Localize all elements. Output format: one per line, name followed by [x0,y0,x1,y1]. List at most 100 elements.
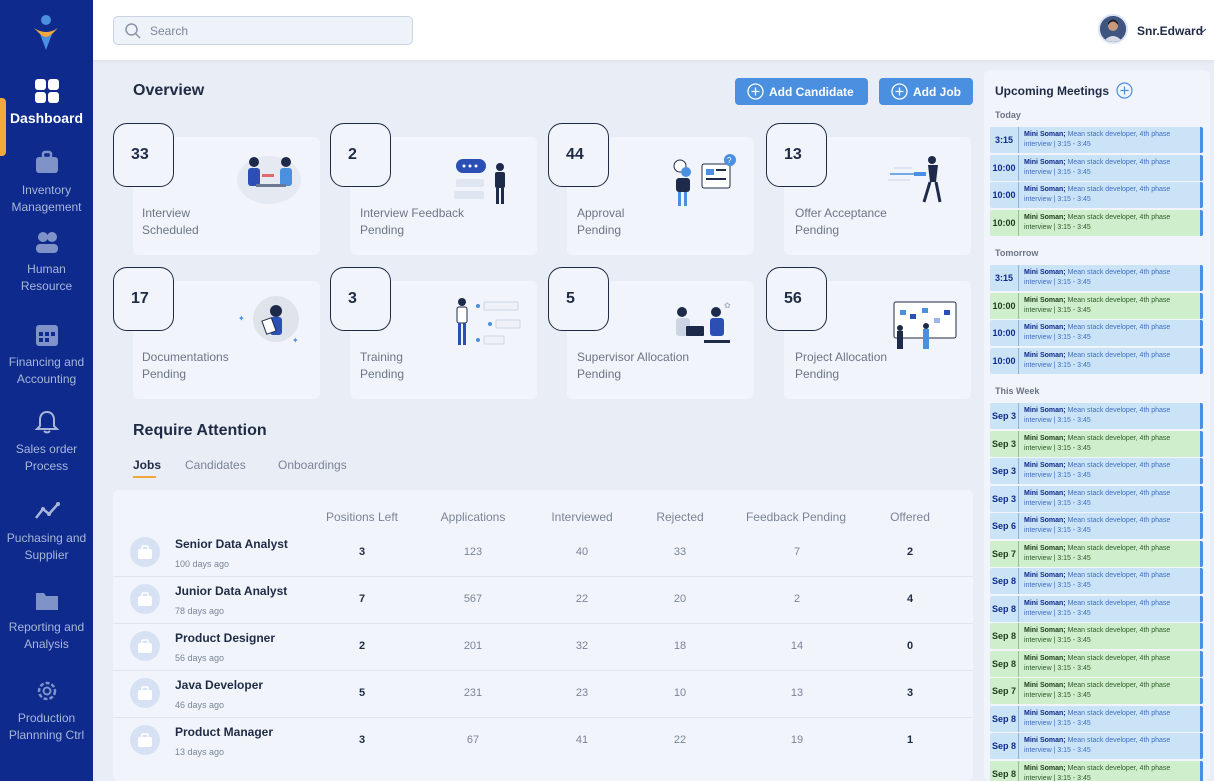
meeting-slot: interview | 3:15 - 3:45 [1024,664,1091,672]
add-candidate-button[interactable]: Add Candidate [735,78,868,105]
meeting-item[interactable]: Sep 3 Mini Soman; Mean stack developer, 4… [990,458,1203,484]
sidebar-item-sales[interactable]: Sales order Process [0,409,93,475]
sidebar-item-label: Financing and Accounting [8,355,85,386]
meeting-item[interactable]: Sep 8 Mini Soman; Mean stack developer, 4… [990,733,1203,759]
sidebar-item-purchasing[interactable]: Puchasing and Supplier [0,498,93,564]
sidebar-item-reporting[interactable]: Reporting and Analysis [0,587,93,653]
logo-icon[interactable] [32,14,60,52]
search-input[interactable] [150,22,400,40]
table-row[interactable]: Java Developer 46 days ago 5 231 23 10 1… [113,671,973,718]
meeting-description: Mini Soman; Mean stack developer, 4th ph… [1024,764,1198,781]
meeting-item[interactable]: Sep 3 Mini Soman; Mean stack developer, 4… [990,403,1203,429]
meeting-item[interactable]: 3:15 Mini Soman; Mean stack developer, 4t… [990,127,1203,153]
rejected: 10 [673,687,687,699]
meeting-item[interactable]: Sep 8 Mini Soman; Mean stack developer, 4… [990,705,1203,732]
meeting-item[interactable]: 3:15 Mini Soman; Mean stack developer, 4t… [990,265,1203,291]
meeting-person: Mini Soman; [1024,131,1066,138]
sidebar-item-inventory[interactable]: Inventory Management [0,150,93,216]
tab-onboardings[interactable]: Onboardings [278,458,347,472]
tab-candidates[interactable]: Candidates [185,458,246,472]
meeting-item[interactable]: 10:00 Mini Soman; Mean stack developer, 4… [990,292,1203,319]
trend-line-icon [34,502,60,519]
users-icon [35,232,58,253]
job-title: Senior Data Analyst [175,537,288,551]
svg-text:?: ? [727,156,732,165]
meeting-description: Mini Soman; Mean stack developer, 4th ph… [1024,461,1198,481]
meeting-item[interactable]: 10:00 Mini Soman; Mean stack developer, 4… [990,320,1203,346]
meeting-slot: interview | 3:15 - 3:45 [1024,554,1091,562]
job-title: Java Developer [175,678,264,692]
meeting-time: Sep 8 [990,595,1019,622]
add-job-button[interactable]: Add Job [879,78,973,105]
briefcase-icon [138,686,152,700]
avatar[interactable] [1098,14,1128,44]
meeting-item[interactable]: Sep 3 Mini Soman; Mean stack developer, 4… [990,430,1203,457]
meeting-time: Sep 3 [990,458,1019,484]
meeting-slot: interview | 3:15 - 3:45 [1024,774,1091,781]
meeting-item[interactable]: 10:00 Mini Soman; Mean stack developer, 4… [990,347,1203,374]
meeting-time: 10:00 [990,292,1019,319]
sidebar-item-label: Human Resource [20,262,73,293]
meeting-item[interactable]: Sep 8 Mini Soman; Mean stack developer, 4… [990,595,1203,622]
job-age: 100 days ago [175,559,230,569]
sidebar-item-label: Production Plannning Ctrl [8,711,85,742]
sidebar-item-label: Inventory Management [11,183,82,214]
meeting-role: Mean stack developer, 4th phase [1065,764,1171,772]
chevron-down-icon[interactable] [1199,27,1206,34]
meeting-person: Mini Soman; [1024,709,1066,717]
stat-card-value: 2 [330,123,391,187]
add-meeting-icon[interactable] [1116,82,1133,99]
documents-illustration: ✦✦ [238,296,299,345]
meeting-slot: interview | 3:15 - 3:45 [1024,417,1091,424]
meeting-role: Mean stack developer, 4th phase [1065,351,1171,359]
meeting-description: Mini Soman; Mean stack developer, 4th ph… [1024,406,1198,426]
meeting-time: Sep 8 [990,650,1019,677]
table-row[interactable]: Product Designer 56 days ago 2 201 32 18… [113,624,973,671]
sidebar-item-dashboard[interactable]: Dashboard [0,78,93,127]
user-name[interactable]: Snr.Edward [1137,24,1203,38]
table-row[interactable]: Junior Data Analyst 78 days ago 7 567 22… [113,577,973,624]
svg-text:✿: ✿ [724,301,731,310]
stat-card-label: Supervisor Allocation Pending [577,350,690,381]
meeting-description: Mini Soman; Mean stack developer, 4th ph… [1024,296,1198,316]
meeting-description: Mini Soman; Mean stack developer, 4th ph… [1024,268,1198,288]
meeting-item[interactable]: Sep 7 Mini Soman; Mean stack developer, 4… [990,678,1203,704]
meeting-item[interactable]: 10:00 Mini Soman; Mean stack developer, 4… [990,209,1203,236]
meeting-person: Mini Soman; [1024,764,1066,772]
tab-jobs[interactable]: Jobs [133,458,161,472]
meeting-time: 10:00 [990,347,1019,374]
search-box[interactable] [113,16,413,45]
meeting-item[interactable]: 10:00 Mini Soman; Mean stack developer, 4… [990,154,1203,181]
sidebar-item-human-resource[interactable]: Human Resource [0,229,93,295]
sidebar-item-financing[interactable]: Financing and Accounting [0,322,93,388]
applications: 201 [463,640,483,652]
meeting-item[interactable]: Sep 8 Mini Soman; Mean stack developer, 4… [990,623,1203,649]
meeting-item[interactable]: Sep 8 Mini Soman; Mean stack developer, 4… [990,760,1203,781]
meeting-description: Mini Soman; Mean stack developer, 4th ph… [1024,681,1198,701]
feedback-illustration [454,159,505,204]
meeting-time: 3:15 [990,127,1019,153]
meeting-person: Mini Soman; [1024,213,1066,221]
meeting-time: 10:00 [990,209,1019,236]
meeting-description: Mini Soman; Mean stack developer, 4th ph… [1024,130,1198,150]
table-row[interactable]: Product Manager 13 days ago 3 67 41 22 1… [113,718,973,765]
meeting-item[interactable]: Sep 3 Mini Soman; Mean stack developer, 4… [990,485,1203,512]
meeting-role: Mean stack developer, 4th phase [1065,654,1171,662]
supervisor-illustration: ✿ [676,301,731,343]
meeting-item[interactable]: Sep 7 Mini Soman; Mean stack developer, 4… [990,540,1203,567]
meeting-time: Sep 3 [990,403,1019,429]
meeting-item[interactable]: 10:00 Mini Soman; Mean stack developer, 4… [990,182,1203,208]
job-title: Product Manager [175,725,274,739]
meeting-section-label: Tomorrow [995,248,1039,258]
table-row[interactable]: Senior Data Analyst 100 days ago 3 123 4… [113,530,973,577]
meeting-item[interactable]: Sep 6 Mini Soman; Mean stack developer, 4… [990,513,1203,539]
positions-left: 3 [358,546,366,558]
meeting-item[interactable]: Sep 8 Mini Soman; Mean stack developer, 4… [990,650,1203,677]
meeting-time: Sep 3 [990,430,1019,457]
dashboard-grid-icon [34,79,59,103]
meeting-role: Mean stack developer, 4th phase [1065,296,1171,304]
sidebar-item-production[interactable]: Production Plannning Ctrl [0,678,93,744]
meeting-item[interactable]: Sep 8 Mini Soman; Mean stack developer, 4… [990,568,1203,594]
meeting-person: Mini Soman; [1024,737,1066,744]
meeting-role: Mean stack developer, 4th phase [1065,682,1171,689]
